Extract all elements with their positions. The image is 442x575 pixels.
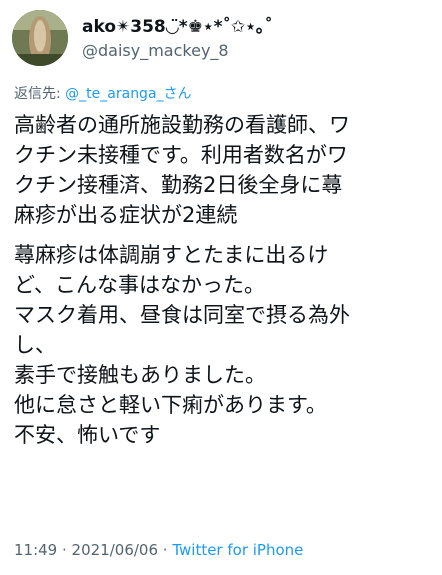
avatar-image	[12, 10, 68, 66]
tweet-line: 蕁麻疹は体調崩すとたまに出るけ	[14, 243, 329, 267]
tweet-line: クチン未接種です。利用者数名がワ	[14, 143, 348, 167]
tweet-line: ど、こんな事はなかった。	[14, 273, 265, 297]
tweet-line: 素手で接触もありました。	[14, 363, 266, 387]
tweet-time[interactable]: 11:49	[14, 541, 57, 559]
avatar[interactable]	[12, 10, 68, 66]
user-handle[interactable]: @daisy_mackey_8	[82, 40, 273, 62]
tweet-line: 不安、怖いです	[14, 423, 161, 447]
tweet-date[interactable]: 2021/06/06	[72, 541, 158, 559]
tweet-line: マスク着用、昼食は同室で摂る為外	[14, 303, 350, 327]
user-names: ako✴︎358◡̈*♚⋆*˚✩⋆｡˚ @daisy_mackey_8	[82, 16, 273, 62]
tweet-source-link[interactable]: Twitter for iPhone	[172, 541, 303, 559]
tweet: ako✴︎358◡̈*♚⋆*˚✩⋆｡˚ @daisy_mackey_8 返信先:…	[0, 0, 442, 575]
reply-to-label: 返信先:	[14, 86, 66, 102]
tweet-line: 麻疹が出る症状が2連続	[14, 203, 238, 227]
reply-to: 返信先: @_te_aranga_さん	[14, 85, 192, 103]
tweet-line: 他に怠さと軽い下痢があります。	[14, 393, 327, 417]
tweet-line: し、	[14, 333, 56, 357]
tweet-line: クチン接種済、勤務2日後全身に蕁	[14, 173, 343, 197]
tweet-meta: 11:49 · 2021/06/06 · Twitter for iPhone	[14, 540, 303, 560]
meta-separator: ·	[158, 541, 173, 559]
reply-to-mention-link[interactable]: @_te_aranga_さん	[65, 86, 191, 102]
tweet-paragraph-2: 蕁麻疹は体調崩すとたまに出るけ ど、こんな事はなかった。 マスク着用、昼食は同室…	[14, 240, 434, 450]
tweet-paragraph-1: 高齢者の通所施設勤務の看護師、ワ クチン未接種です。利用者数名がワ クチン接種済…	[14, 110, 434, 230]
tweet-line: 高齢者の通所施設勤務の看護師、ワ	[14, 113, 350, 137]
tweet-text: 高齢者の通所施設勤務の看護師、ワ クチン未接種です。利用者数名がワ クチン接種済…	[14, 110, 434, 450]
display-name[interactable]: ako✴︎358◡̈*♚⋆*˚✩⋆｡˚	[82, 16, 273, 38]
meta-separator: ·	[57, 541, 72, 559]
